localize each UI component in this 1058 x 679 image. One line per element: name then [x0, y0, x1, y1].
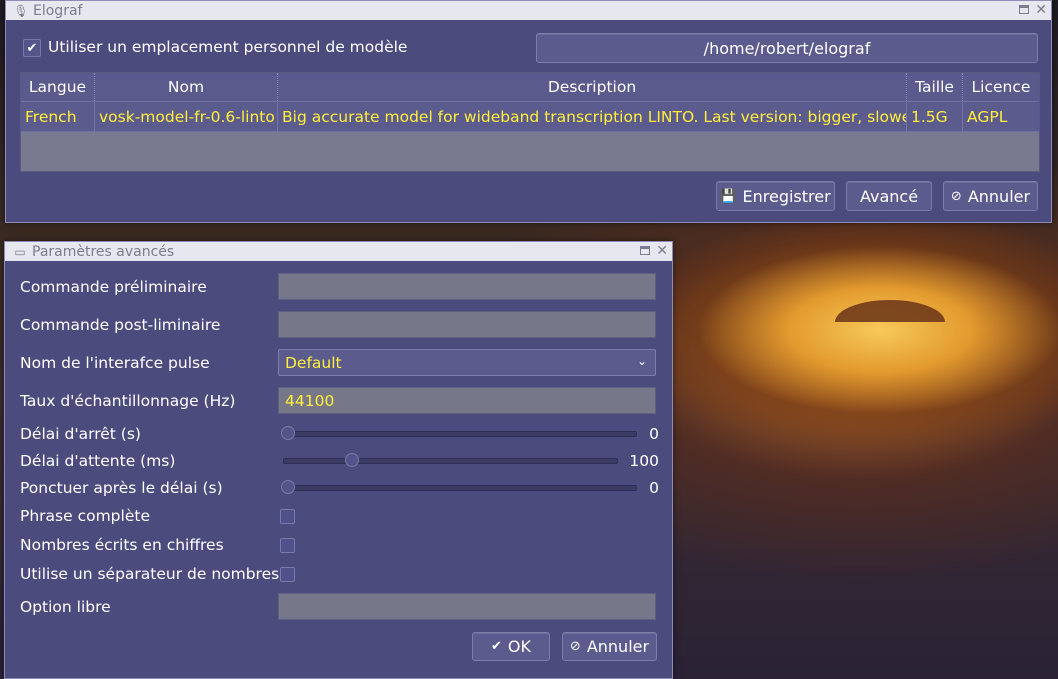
model-path-label: /home/robert/elograf	[703, 38, 871, 58]
checkmark-icon: ✔	[26, 40, 38, 56]
advanced-settings-window: ▭ Paramètres avancés ✕ Commande prélimin…	[4, 241, 673, 679]
header-language[interactable]: Langue	[21, 73, 95, 101]
separator-label: Utilise un séparateur de nombres	[20, 565, 280, 583]
table-row[interactable]: French vosk-model-fr-0.6-linto Big accur…	[21, 101, 1039, 132]
full-sentence-checkbox[interactable]	[280, 509, 295, 524]
background-mountain	[835, 300, 945, 322]
pulse-interface-select[interactable]: Default ⌄	[278, 349, 656, 376]
save-button[interactable]: 💾 Enregistrer	[716, 181, 835, 211]
header-name[interactable]: Nom	[95, 73, 278, 101]
free-option-input[interactable]	[278, 593, 656, 620]
wait-delay-value: 100	[629, 452, 659, 470]
titlebar[interactable]: ▭ Paramètres avancés ✕	[5, 242, 672, 261]
check-icon: ✔	[491, 639, 502, 654]
wait-delay-label: Délai d'attente (ms)	[20, 452, 176, 470]
pre-command-label: Commande préliminaire	[20, 278, 207, 296]
stop-delay-slider-handle[interactable]	[281, 426, 295, 440]
header-size[interactable]: Taille	[907, 73, 963, 101]
header-description[interactable]: Description	[278, 73, 907, 101]
cell-size: 1.5G	[907, 102, 963, 131]
full-sentence-label: Phrase complète	[20, 507, 150, 525]
cell-language: French	[21, 102, 95, 131]
cell-license: AGPL	[967, 107, 1008, 126]
stop-delay-label: Délai d'arrêt (s)	[20, 425, 141, 443]
model-path-button[interactable]: /home/robert/elograf	[536, 33, 1038, 63]
window-title: Paramètres avancés	[32, 243, 175, 260]
advanced-button[interactable]: Avancé	[846, 181, 932, 211]
pre-command-input[interactable]	[278, 273, 656, 300]
cell-name: vosk-model-fr-0.6-linto	[95, 102, 278, 131]
chevron-down-icon: ⌄	[636, 354, 647, 368]
custom-location-label: Utiliser un emplacement personnel de mod…	[48, 38, 408, 56]
cancel-icon: ⊘	[569, 639, 581, 654]
model-table: Langue Nom Description Taille Licence Fr…	[20, 72, 1040, 172]
cancel-button[interactable]: ⊘ Annuler	[562, 632, 657, 661]
header-license[interactable]: Licence	[963, 73, 1039, 101]
table-header: Langue Nom Description Taille Licence	[21, 73, 1039, 101]
close-icon[interactable]: ✕	[1035, 2, 1047, 18]
cell-description: Big accurate model for wideband transcri…	[278, 102, 907, 131]
stop-delay-value: 0	[649, 425, 659, 443]
free-option-label: Option libre	[20, 598, 111, 616]
stop-delay-slider[interactable]	[283, 431, 637, 437]
window-title: Elograf	[33, 2, 83, 19]
sample-rate-input[interactable]: 44100	[278, 387, 656, 414]
sample-rate-label: Taux d'échantillonnage (Hz)	[20, 392, 236, 410]
floppy-icon: 💾	[720, 188, 737, 204]
separator-checkbox[interactable]	[280, 567, 295, 582]
save-label: Enregistrer	[742, 186, 831, 206]
cancel-button[interactable]: ⊘ Annuler	[943, 181, 1038, 211]
wait-delay-slider-handle[interactable]	[345, 453, 359, 467]
maximize-icon[interactable]	[1019, 5, 1030, 14]
punctuate-delay-slider[interactable]	[283, 485, 637, 491]
elograf-window: 🎙 Elograf ✕ ✔ Utiliser un emplacement pe…	[5, 0, 1052, 223]
punctuate-delay-slider-handle[interactable]	[281, 480, 295, 494]
post-command-label: Commande post-liminaire	[20, 316, 221, 334]
pulse-interface-value: Default	[285, 353, 342, 372]
advanced-label: Avancé	[859, 186, 919, 206]
post-command-input[interactable]	[278, 311, 656, 338]
microphone-icon: 🎙	[13, 3, 29, 18]
window-icon: ▭	[14, 244, 26, 259]
digits-label: Nombres écrits en chiffres	[20, 536, 224, 554]
cancel-icon: ⊘	[950, 188, 962, 204]
punctuate-delay-label: Ponctuer après le délai (s)	[20, 479, 223, 497]
punctuate-delay-value: 0	[649, 479, 659, 497]
digits-checkbox[interactable]	[280, 538, 295, 553]
pulse-interface-label: Nom de l'interafce pulse	[20, 354, 210, 372]
titlebar[interactable]: 🎙 Elograf ✕	[6, 1, 1051, 20]
close-icon[interactable]: ✕	[656, 243, 668, 259]
cancel-label: Annuler	[967, 186, 1031, 206]
cancel-label: Annuler	[586, 637, 650, 656]
maximize-icon[interactable]	[640, 246, 651, 255]
ok-button[interactable]: ✔ OK	[472, 632, 550, 661]
custom-location-checkbox[interactable]: ✔	[23, 39, 41, 57]
wait-delay-slider[interactable]	[283, 458, 618, 464]
ok-label: OK	[507, 637, 531, 656]
